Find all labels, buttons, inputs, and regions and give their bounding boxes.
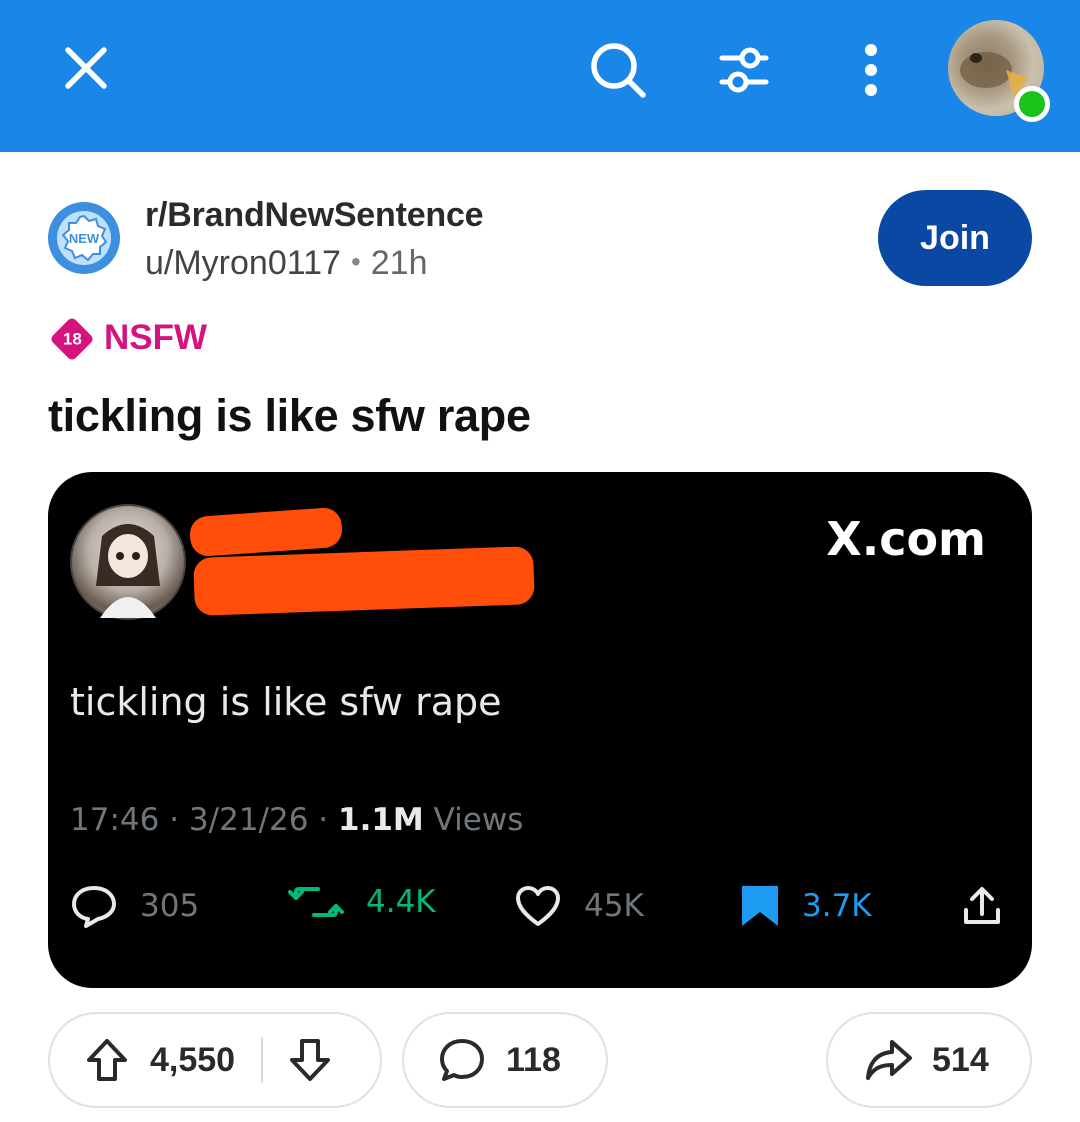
share-count: 514 [932, 1040, 989, 1079]
subreddit-icon-text: NEW [69, 231, 100, 246]
post-meta: u/Myron0117 • 21h [145, 244, 427, 283]
close-icon[interactable] [54, 36, 118, 100]
share-upload-icon [964, 887, 1000, 924]
reply-icon [72, 886, 116, 928]
vote-bar: 4,550 [48, 1012, 382, 1108]
subreddit-icon[interactable]: NEW [48, 202, 120, 274]
top-app-bar [0, 0, 1080, 152]
nsfw-18-icon: 18 [49, 316, 95, 362]
downvote-icon[interactable] [289, 1038, 331, 1082]
bookmark-icon [742, 886, 778, 926]
post-age: 21h [370, 244, 428, 282]
tweet-views-count: 1.1M [338, 802, 424, 838]
tweet-author-avatar [70, 504, 186, 620]
tweet-time: 17:46 [70, 802, 160, 838]
reposts-count: 4.4K [366, 884, 436, 920]
heart-icon [516, 886, 560, 926]
repost-icon [288, 887, 344, 917]
user-avatar[interactable] [948, 20, 1050, 122]
comment-count: 118 [506, 1040, 561, 1079]
tweet-bookmarks: 3.7K [740, 884, 872, 928]
post-image[interactable]: X.com tickling is like sfw rape 17:46 · … [48, 472, 1032, 988]
online-status-dot [1014, 86, 1050, 122]
more-vertical-icon[interactable] [846, 38, 896, 102]
author-name[interactable]: u/Myron0117 [145, 244, 341, 282]
redaction-mark [188, 506, 344, 558]
source-watermark: X.com [826, 512, 986, 566]
meta-dot: · [169, 802, 180, 838]
tweet-share [960, 884, 1026, 928]
upvote-icon[interactable] [86, 1038, 128, 1082]
meta-dot: · [318, 802, 329, 838]
meta-separator: • [350, 246, 361, 277]
tweet-text: tickling is like sfw rape [70, 680, 502, 724]
vote-divider [261, 1037, 264, 1083]
subreddit-name[interactable]: r/BrandNewSentence [145, 196, 484, 235]
nsfw-label: NSFW [104, 318, 208, 357]
post-title[interactable]: tickling is like sfw rape [48, 390, 531, 442]
bookmarks-count: 3.7K [802, 888, 872, 924]
tweet-views-label: Views [433, 802, 524, 838]
sort-filter-icon[interactable] [712, 38, 776, 102]
tweet-date: 3/21/26 [188, 802, 309, 838]
tweet-reposts: 4.4K [288, 884, 436, 920]
share-button[interactable]: 514 [826, 1012, 1032, 1108]
comment-icon [440, 1039, 484, 1081]
comments-button[interactable]: 118 [402, 1012, 608, 1108]
search-icon[interactable] [586, 38, 650, 102]
replies-count: 305 [140, 888, 200, 924]
nsfw-badge-text: 18 [62, 328, 82, 348]
tweet-meta: 17:46 · 3/21/26 · 1.1M Views [70, 802, 523, 838]
tweet-replies: 305 [70, 884, 199, 928]
tweet-likes: 45K [514, 884, 644, 928]
nsfw-tag: 18 NSFW [49, 314, 208, 362]
redaction-mark [193, 546, 535, 616]
upvote-count: 4,550 [150, 1040, 236, 1079]
likes-count: 45K [584, 888, 644, 924]
share-icon [866, 1040, 912, 1080]
join-button[interactable]: Join [878, 190, 1032, 286]
